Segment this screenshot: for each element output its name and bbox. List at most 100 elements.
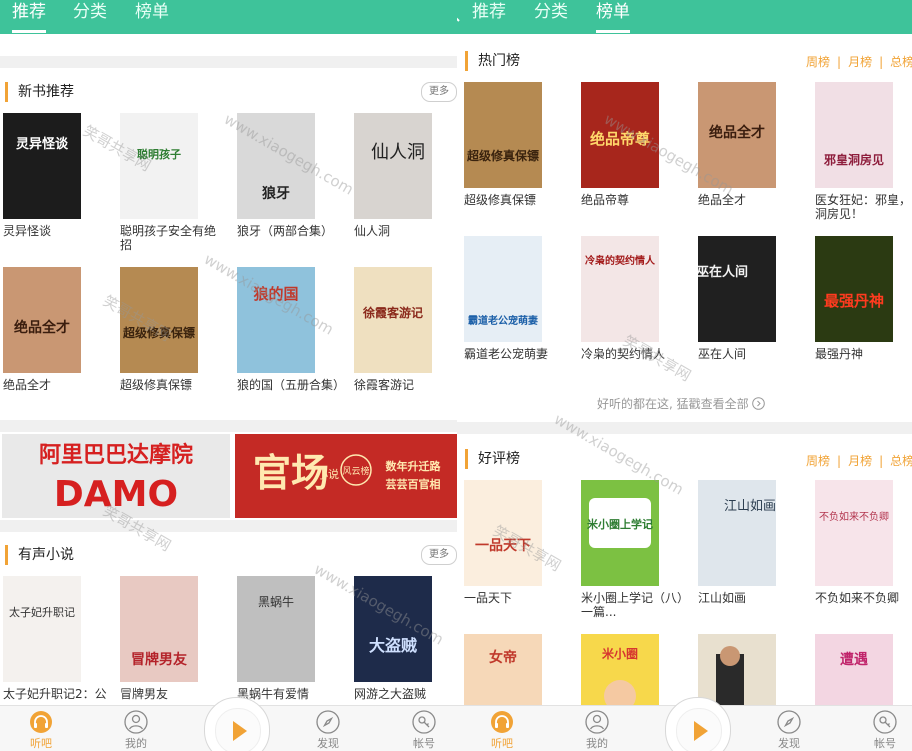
svg-text:DAMO: DAMO [54, 474, 178, 515]
svg-text:太子妃升职记: 太子妃升职记 [9, 605, 75, 619]
nav-account[interactable]: 帐号 [399, 710, 449, 751]
player-button[interactable] [665, 697, 731, 751]
nav-account[interactable]: 帐号 [860, 710, 910, 751]
svg-text:江山如画: 江山如画 [724, 498, 776, 514]
filter-week[interactable]: 周榜 [806, 454, 830, 468]
tab-ranking[interactable]: 榜单 [596, 0, 630, 34]
filter-month[interactable]: 月榜 [848, 55, 872, 69]
book-title: 超级修真保镖 [120, 378, 193, 392]
book-title: 网游之大盗贼 [354, 687, 427, 701]
nav-mine[interactable]: 我的 [572, 710, 622, 751]
book-card[interactable]: 冒牌男友 冒牌男友 [120, 576, 200, 701]
tab-recommend[interactable]: 推荐 [12, 0, 46, 34]
book-card[interactable]: 灵异怪谈 灵异怪谈 [3, 113, 83, 238]
book-cover: 米小圈上学记 [581, 480, 659, 586]
tab-category[interactable]: 分类 [73, 0, 107, 34]
book-cover: 江山如画 [698, 480, 776, 586]
book-card[interactable]: 徐霞客游记 徐霞客游记 [354, 267, 434, 392]
book-card[interactable]: 超级修真保镖 超级修真保镖 [464, 82, 544, 207]
book-cover: 邪皇洞房见 [815, 82, 893, 188]
compass-icon [316, 710, 340, 734]
banner-damo[interactable]: 阿里巴巴达摩院 DAMO [2, 434, 230, 518]
book-title: 灵异怪谈 [3, 224, 52, 238]
svg-text:邪皇洞房见: 邪皇洞房见 [823, 152, 884, 167]
book-card[interactable]: 大盗贼 网游之大盗贼 [354, 576, 434, 701]
book-cover: 徐霞客游记 [354, 267, 432, 373]
svg-text:绝品全才: 绝品全才 [709, 124, 765, 141]
svg-text:数年升迁路: 数年升迁路 [386, 459, 442, 473]
nav-discover-label: 发现 [778, 737, 800, 750]
book-card[interactable]: 狼的国 狼的国（五册合集） [237, 267, 342, 392]
banner-officialdom[interactable]: 官场 小说 风云榜 数年升迁路 芸芸百官相 [235, 434, 457, 518]
book-card[interactable]: 黑蜗牛 黑蜗牛有爱情 [237, 576, 317, 701]
book-card[interactable]: 太子妃升职记 太子妃升职记2：公 [3, 576, 107, 701]
player-button[interactable] [204, 697, 270, 751]
nav-listen[interactable]: 听吧 [16, 710, 66, 751]
svg-text:冷枭的契约情人: 冷枭的契约情人 [585, 254, 656, 267]
book-card[interactable]: 邪皇洞房见 医女狂妃：邪皇，洞房见！ [815, 82, 911, 221]
new-books-more-button[interactable]: 更多 [421, 82, 457, 102]
nav-discover[interactable]: 发现 [303, 710, 353, 751]
book-card[interactable]: 狼牙 狼牙（两部合集） [237, 113, 333, 238]
nav-listen-label: 听吧 [491, 737, 513, 750]
svg-text:灵异怪谈: 灵异怪谈 [16, 136, 69, 152]
book-card[interactable]: 绝品全才 绝品全才 [3, 267, 83, 392]
book-title: 太子妃升职记2：公 [3, 687, 107, 701]
book-card[interactable]: 江山如画 江山如画 [698, 480, 778, 605]
search-icon[interactable] [457, 1, 461, 23]
headphones-icon [30, 711, 52, 733]
book-card[interactable]: 米小圈上学记 米小圈上学记（八）一篇... [581, 480, 683, 619]
see-all-link[interactable]: 好听的都在这, 猛戳查看全部 [597, 395, 766, 412]
book-card[interactable]: 冷枭的契约情人 冷枭的契约情人 [581, 236, 665, 361]
tab-recommend[interactable]: 推荐 [472, 0, 506, 34]
book-title: 聪明孩子安全有绝招 [120, 224, 217, 252]
book-card[interactable]: 霸道老公宠萌妻 霸道老公宠萌妻 [464, 236, 548, 361]
top-tab-bar: 推荐 分类 榜单 [457, 0, 912, 34]
key-icon [412, 710, 436, 734]
book-cover: 聪明孩子 [120, 113, 198, 219]
section-divider [457, 422, 912, 434]
nav-listen[interactable]: 听吧 [477, 710, 527, 751]
book-card[interactable]: 绝品全才 绝品全才 [698, 82, 778, 207]
book-card[interactable]: 仙人洞 仙人洞 [354, 113, 434, 238]
audio-novels-more-button[interactable]: 更多 [421, 545, 457, 565]
nav-account-label: 帐号 [874, 737, 896, 750]
nav-mine[interactable]: 我的 [111, 710, 161, 751]
hot-ranking-title: 热门榜 [465, 51, 520, 71]
book-card[interactable]: 一品天下 一品天下 [464, 480, 544, 605]
book-cover: 绝品全才 [698, 82, 776, 188]
nav-discover[interactable]: 发现 [764, 710, 814, 751]
book-cover: 霸道老公宠萌妻 [464, 236, 542, 342]
nav-mine-label: 我的 [586, 737, 608, 750]
svg-text:小说: 小说 [317, 467, 339, 481]
book-cover: 冷枭的契约情人 [581, 236, 659, 342]
book-title: 巫在人间 [698, 347, 747, 361]
svg-text:超级修真保镖: 超级修真保镖 [466, 148, 539, 163]
svg-text:绝品帝尊: 绝品帝尊 [590, 130, 650, 148]
play-icon [233, 721, 247, 741]
top-tab-bar: 推荐 分类 榜单 [0, 0, 457, 34]
book-card[interactable]: 不负如来不负卿 不负如来不负卿 [815, 480, 899, 605]
book-title: 霸道老公宠萌妻 [464, 347, 549, 361]
book-card[interactable]: 巫在人间 巫在人间 [698, 236, 778, 361]
book-title: 超级修真保镖 [464, 193, 537, 207]
filter-week[interactable]: 周榜 [806, 55, 830, 69]
svg-text:阿里巴巴达摩院: 阿里巴巴达摩院 [39, 442, 193, 468]
svg-text:遭遇: 遭遇 [840, 651, 868, 668]
see-all-label: 好听的都在这, 猛戳查看全部 [597, 397, 749, 411]
filter-total[interactable]: 总榜 [890, 55, 912, 69]
book-card[interactable]: 绝品帝尊 绝品帝尊 [581, 82, 661, 207]
book-title: 绝品全才 [698, 193, 747, 207]
svg-text:不负如来不负卿: 不负如来不负卿 [819, 510, 889, 523]
book-card[interactable]: 超级修真保镖 超级修真保镖 [120, 267, 200, 392]
svg-text:米小圈: 米小圈 [602, 646, 638, 661]
book-card[interactable]: 聪明孩子 聪明孩子安全有绝招 [120, 113, 216, 252]
right-screen: 推荐 分类 榜单 热门榜 周榜 | 月榜 | 总榜 超级修真保镖 超级修真保镖 绝品帝尊… [457, 0, 912, 751]
tab-category[interactable]: 分类 [534, 0, 568, 34]
tab-ranking[interactable]: 榜单 [135, 0, 169, 34]
book-cover: 狼牙 [237, 113, 315, 219]
nav-listen-label: 听吧 [30, 737, 52, 750]
book-card[interactable]: 最强丹神 最强丹神 [815, 236, 895, 361]
filter-month[interactable]: 月榜 [848, 454, 872, 468]
filter-total[interactable]: 总榜 [890, 454, 912, 468]
